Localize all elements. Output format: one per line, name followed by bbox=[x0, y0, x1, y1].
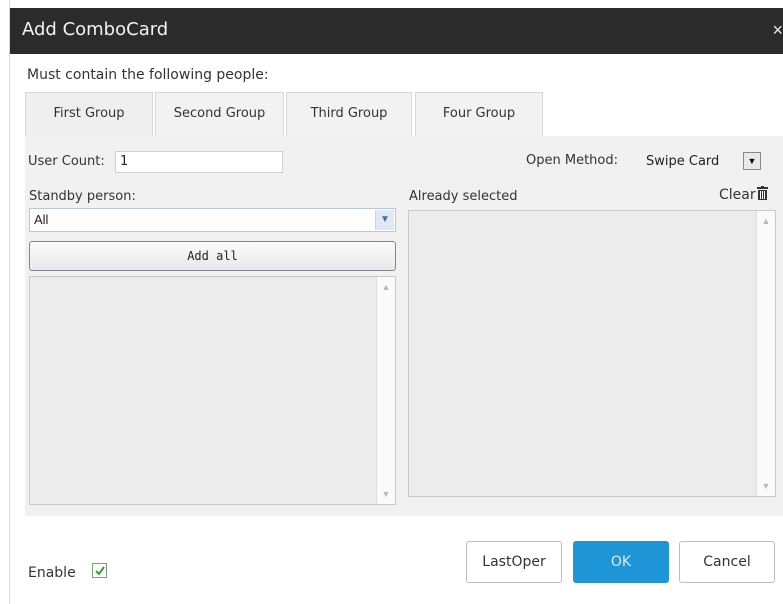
selected-scrollbar[interactable]: ▲ ▼ bbox=[756, 211, 775, 496]
checkmark-icon bbox=[95, 566, 105, 576]
already-selected-label: Already selected bbox=[409, 189, 518, 204]
user-count-input[interactable]: 1 bbox=[115, 151, 283, 173]
standby-label: Standby person: bbox=[29, 189, 136, 204]
ok-button[interactable]: OK bbox=[573, 541, 669, 583]
dialog-titlebar: Add ComboCard × bbox=[10, 8, 783, 54]
tab-first-group[interactable]: First Group bbox=[25, 92, 153, 136]
last-oper-button[interactable]: LastOper bbox=[466, 541, 562, 583]
user-count-label: User Count: bbox=[28, 154, 105, 169]
enable-label: Enable bbox=[28, 565, 76, 581]
left-edge bbox=[0, 0, 10, 604]
open-method-label: Open Method: bbox=[526, 153, 618, 168]
scroll-up-icon[interactable]: ▲ bbox=[758, 213, 774, 229]
tab-third-group[interactable]: Third Group bbox=[286, 92, 412, 136]
clear-button[interactable]: Clear bbox=[719, 186, 768, 203]
chevron-down-icon[interactable]: ▼ bbox=[375, 210, 394, 230]
add-all-button[interactable]: Add all bbox=[29, 241, 396, 271]
heading: Must contain the following people: bbox=[27, 67, 269, 83]
enable-checkbox[interactable] bbox=[92, 563, 107, 578]
trash-icon[interactable] bbox=[756, 186, 768, 200]
standby-select[interactable]: All bbox=[29, 208, 396, 232]
selected-list[interactable]: ▲ ▼ bbox=[408, 210, 776, 497]
standby-select-value: All bbox=[34, 212, 49, 227]
clear-label: Clear bbox=[719, 187, 756, 203]
standby-list[interactable]: ▲ ▼ bbox=[29, 276, 396, 505]
tab-second-group[interactable]: Second Group bbox=[155, 92, 284, 136]
scroll-down-icon[interactable]: ▼ bbox=[378, 486, 394, 502]
scroll-down-icon[interactable]: ▼ bbox=[758, 478, 774, 494]
scroll-up-icon[interactable]: ▲ bbox=[378, 279, 394, 295]
dropdown-arrow-icon[interactable]: ▼ bbox=[743, 152, 761, 170]
dialog-title: Add ComboCard bbox=[22, 19, 169, 40]
tab-four-group[interactable]: Four Group bbox=[415, 92, 543, 136]
standby-scrollbar[interactable]: ▲ ▼ bbox=[376, 277, 395, 504]
close-icon[interactable]: × bbox=[772, 20, 783, 41]
cancel-button[interactable]: Cancel bbox=[679, 541, 775, 583]
